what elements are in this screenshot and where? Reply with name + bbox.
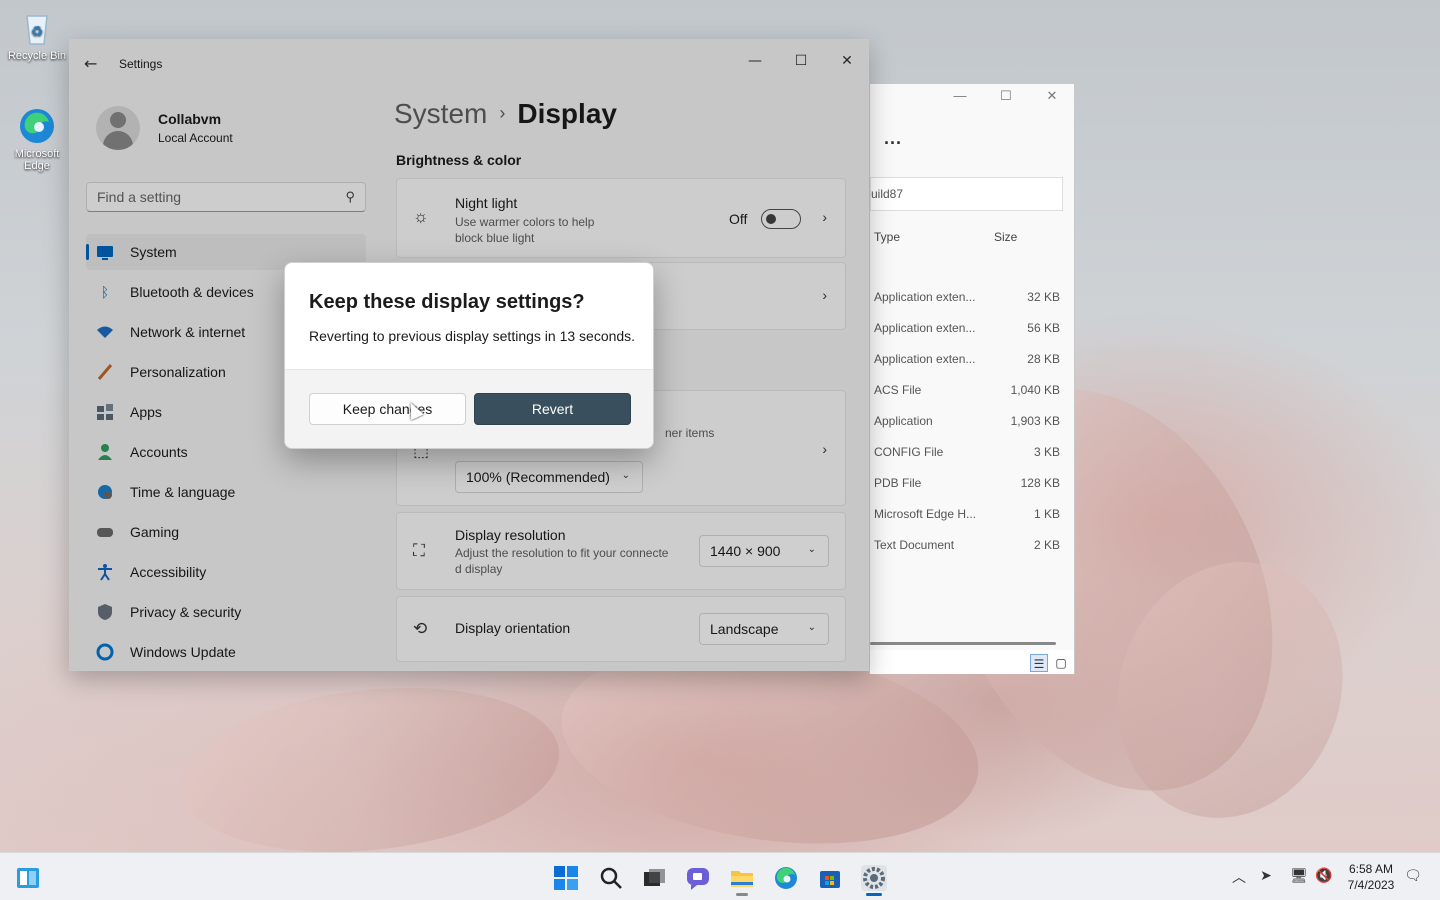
edge-icon xyxy=(17,106,57,146)
running-indicator xyxy=(736,893,748,896)
file-row[interactable]: PDB File 128 KB xyxy=(870,467,1076,498)
revert-button[interactable]: Revert xyxy=(474,393,631,425)
svg-text:♻: ♻ xyxy=(31,23,44,39)
system-clock[interactable]: 6:58 AM 7/4/2023 xyxy=(1340,861,1402,893)
file-type: PDB File xyxy=(874,476,922,490)
file-type: Text Document xyxy=(874,538,955,552)
desktop-icon-label: Recycle Bin xyxy=(7,50,67,62)
file-type: Application xyxy=(874,414,933,428)
start-icon[interactable] xyxy=(553,865,579,891)
details-view-icon[interactable]: ☰ xyxy=(1030,654,1048,672)
file-type: Microsoft Edge H... xyxy=(874,507,977,521)
store-icon[interactable] xyxy=(817,865,843,891)
minimize-icon[interactable]: — xyxy=(940,88,980,103)
settings-gear-icon[interactable] xyxy=(861,865,887,891)
file-type: CONFIG File xyxy=(874,445,944,459)
close-icon[interactable]: ✕ xyxy=(1032,88,1072,104)
desktop-icon-recycle-bin[interactable]: ♻ Recycle Bin xyxy=(4,8,70,62)
file-explorer-window: — ☐ ✕ ... uild87 Type Size Application e… xyxy=(869,83,1075,674)
taskbar: ︿ ➤ 🖥 🔇 6:58 AM 7/4/2023 🗨 xyxy=(0,852,1440,900)
wallpaper-petal xyxy=(172,670,568,870)
dialog-title: Keep these display settings? xyxy=(309,291,585,313)
column-header-size[interactable]: Size xyxy=(994,230,1017,244)
file-explorer-icon[interactable] xyxy=(729,865,755,891)
clock-date: 7/4/2023 xyxy=(1347,878,1395,892)
chat-icon[interactable] xyxy=(685,865,711,891)
task-view-icon[interactable] xyxy=(641,865,667,891)
volume-muted-icon[interactable]: 🔇 xyxy=(1314,867,1334,884)
file-type: ACS File xyxy=(874,383,922,397)
more-options-button[interactable]: ... xyxy=(884,128,902,149)
column-header-type[interactable]: Type xyxy=(874,230,900,244)
file-row[interactable]: Text Document 2 KB xyxy=(870,529,1076,560)
file-size: 1 KB xyxy=(1033,507,1060,521)
file-size: 28 KB xyxy=(1027,352,1060,366)
file-size: 56 KB xyxy=(1027,321,1060,335)
show-hidden-icons-chevron-icon[interactable]: ︿ xyxy=(1229,867,1249,887)
location-icon[interactable]: ➤ xyxy=(1256,867,1276,884)
file-type: Application exten... xyxy=(874,290,976,304)
file-row[interactable]: Application exten... 28 KB xyxy=(870,343,1076,374)
file-type: Application exten... xyxy=(874,352,976,366)
file-type: Application exten... xyxy=(874,321,976,335)
search-icon[interactable] xyxy=(598,865,624,891)
horizontal-scrollbar[interactable] xyxy=(870,642,1056,645)
keep-changes-button[interactable]: Keep changes xyxy=(309,393,466,425)
keep-display-settings-dialog: Keep these display settings? Reverting t… xyxy=(284,262,654,449)
file-row[interactable]: Microsoft Edge H... 1 KB xyxy=(870,498,1076,529)
file-row[interactable]: Application 1,903 KB xyxy=(870,405,1076,436)
desktop-icon-edge[interactable]: Microsoft Edge xyxy=(4,106,70,172)
dialog-message: Reverting to previous display settings i… xyxy=(309,328,636,344)
recycle-bin-icon: ♻ xyxy=(17,8,57,48)
desktop-icon-label: Microsoft Edge xyxy=(14,148,60,172)
file-row[interactable]: Application exten... 32 KB xyxy=(870,281,1076,312)
file-size: 2 KB xyxy=(1033,538,1060,552)
clock-time: 6:58 AM xyxy=(1348,862,1394,876)
file-size: 128 KB xyxy=(1020,476,1060,490)
address-bar[interactable]: uild87 xyxy=(870,177,1063,211)
file-row[interactable]: CONFIG File 3 KB xyxy=(870,436,1076,467)
file-size: 32 KB xyxy=(1027,290,1060,304)
notification-icon[interactable]: 🗨 xyxy=(1403,867,1423,884)
network-icon[interactable]: 🖥 xyxy=(1289,867,1309,884)
widgets-icon[interactable] xyxy=(15,865,41,891)
tiles-view-icon[interactable]: ▢ xyxy=(1052,654,1070,672)
file-row[interactable]: ACS File 1,040 KB xyxy=(870,374,1076,405)
file-size: 1,903 KB xyxy=(1010,414,1060,428)
file-size: 1,040 KB xyxy=(1010,383,1060,397)
file-row[interactable]: Application exten... 56 KB xyxy=(870,312,1076,343)
file-size: 3 KB xyxy=(1033,445,1060,459)
maximize-icon[interactable]: ☐ xyxy=(986,88,1026,104)
edge-icon[interactable] xyxy=(773,865,799,891)
active-indicator xyxy=(866,893,882,896)
